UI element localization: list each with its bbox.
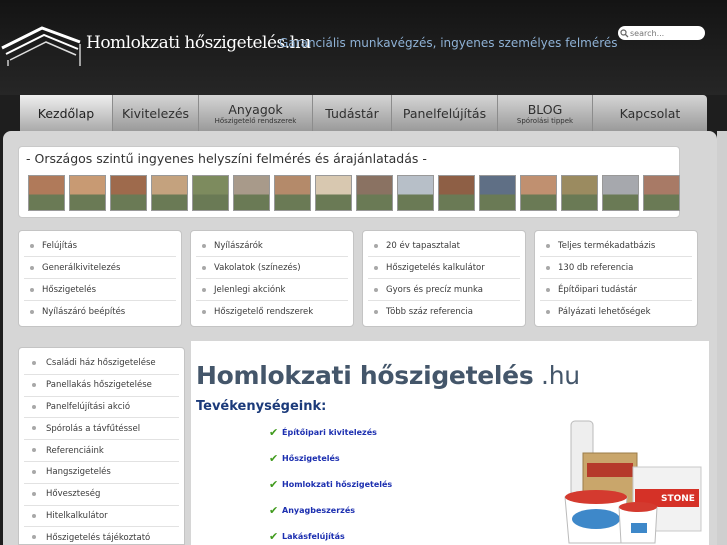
nav-label: Kezdőlap [37,105,95,121]
reference-thumbnail[interactable] [520,175,557,211]
checkmark-icon: ✔ [269,529,279,543]
list-item[interactable]: Jelenlegi akciónk [196,279,348,301]
sidebar-item[interactable]: Hőveszteség [24,484,179,506]
sidebar-item[interactable]: Családi ház hőszigetelése [24,353,179,375]
nav-label: Kapcsolat [619,105,681,121]
nav-materials[interactable]: Anyagok Hőszigetelő rendszerek [199,95,313,131]
search-box[interactable] [618,26,705,40]
activity-item: ✔ Hőszigetelés [269,445,392,471]
content-area: - Országos szintű ingyenes helyszíni fel… [3,131,717,545]
feature-box: 20 év tapasztalat Hőszigetelés kalkuláto… [362,230,526,327]
list-item[interactable]: Generálkivitelezés [24,257,176,279]
sidebar-item[interactable]: Panelfelújítási akció [24,397,179,419]
checkmark-icon: ✔ [269,477,279,491]
nav-label: BLOG [527,101,563,117]
reference-thumbnail[interactable] [192,175,229,211]
list-item[interactable]: Hőszigetelő rendszerek [196,301,348,323]
reference-strip: - Országos szintű ingyenes helyszíni fel… [18,146,680,218]
list-item[interactable]: 20 év tapasztalat [368,235,520,257]
reference-thumbnail[interactable] [69,175,106,211]
sidebar-menu: Családi ház hőszigetelése Panellakás hős… [18,347,185,545]
activity-link[interactable]: Anyagbeszerzés [282,506,355,515]
reference-thumbnail[interactable] [151,175,188,211]
feature-box: Nyílászárók Vakolatok (színezés) Jelenle… [190,230,354,327]
feature-box: Teljes termékadatbázis 130 db referencia… [534,230,698,327]
nav-construction[interactable]: Kivitelezés [113,95,199,131]
activity-link[interactable]: Hőszigetelés [282,454,340,463]
nav-label: Tudástár [325,105,379,121]
activity-item: ✔ Lakásfelújítás [269,523,392,545]
nav-knowledge[interactable]: Tudástár [313,95,392,131]
list-item[interactable]: 130 db referencia [540,257,692,279]
reference-thumbnail[interactable] [479,175,516,211]
list-item[interactable]: Vakolatok (színezés) [196,257,348,279]
checkmark-icon: ✔ [269,503,279,517]
right-edge [717,131,727,545]
list-item[interactable]: Építőipari tudástár [540,279,692,301]
reference-thumbnail[interactable] [561,175,598,211]
thumbnail-row [28,175,680,211]
reference-thumbnail[interactable] [233,175,270,211]
reference-thumbnail[interactable] [438,175,475,211]
feature-box: Felújítás Generálkivitelezés Hőszigetelé… [18,230,182,327]
product-image: STONE [564,420,702,544]
site-header: Homlokzati hőszigetelés.hu Garanciális m… [0,0,727,95]
activity-link[interactable]: Építőipari kivitelezés [282,428,377,437]
reference-thumbnail[interactable] [110,175,147,211]
section-heading: Tevékenységeink: [196,399,327,414]
site-title[interactable]: Homlokzati hőszigetelés.hu [86,33,311,53]
reference-thumbnail[interactable] [602,175,639,211]
strip-title: - Országos szintű ingyenes helyszíni fel… [26,151,427,166]
sidebar-item[interactable]: Referenciáink [24,440,179,462]
list-item[interactable]: Több száz referencia [368,301,520,323]
nav-contact[interactable]: Kapcsolat [593,95,707,131]
activity-link[interactable]: Homlokzati hőszigetelés [282,480,392,489]
activity-item: ✔ Építőipari kivitelezés [269,419,392,445]
nav-sublabel: Spórolási tippek [516,116,574,125]
sidebar-item[interactable]: Hitelkalkulátor [24,506,179,528]
nav-label: Kivitelezés [121,105,190,121]
tagline: Garanciális munkavégzés, ingyenes személ… [279,36,618,50]
nav-label: Panelfelújítás [402,105,487,121]
main-panel: Homlokzati hőszigetelés .hu Tevékenysége… [191,341,709,545]
sidebar-item[interactable]: Spórolás a távfűtéssel [24,418,179,441]
activity-item: ✔ Homlokzati hőszigetelés [269,471,392,497]
reference-thumbnail[interactable] [274,175,311,211]
page-title-suffix: .hu [533,361,580,390]
activity-link[interactable]: Lakásfelújítás [282,532,345,541]
list-item[interactable]: Gyors és precíz munka [368,279,520,301]
reference-thumbnail[interactable] [28,175,65,211]
list-item[interactable]: Felújítás [24,235,176,257]
checkmark-icon: ✔ [269,451,279,465]
nav-blog[interactable]: BLOG Spórolási tippek [498,95,593,131]
page-title-text: Homlokzati hőszigetelés [196,361,534,390]
nav-panel-renovation[interactable]: Panelfelújítás [392,95,498,131]
list-item[interactable]: Hőszigetelés kalkulátor [368,257,520,279]
house-logo-icon[interactable] [0,22,90,68]
list-item[interactable]: Nyílászáró beépítés [24,301,176,323]
reference-thumbnail[interactable] [397,175,434,211]
reference-thumbnail[interactable] [356,175,393,211]
nav-home[interactable]: Kezdőlap [20,95,113,131]
activity-item: ✔ Anyagbeszerzés [269,497,392,523]
activity-list: ✔ Építőipari kivitelezés ✔ Hőszigetelés ✔ H… [269,419,392,545]
reference-thumbnail[interactable] [315,175,352,211]
sidebar-item[interactable]: Hangszigetelés [24,462,179,484]
checkmark-icon: ✔ [269,425,279,439]
list-item[interactable]: Pályázati lehetőségek [540,301,692,323]
nav-label: Anyagok [228,101,283,117]
list-item[interactable]: Teljes termékadatbázis [540,235,692,257]
page-title: Homlokzati hőszigetelés .hu [196,361,580,390]
search-icon[interactable] [618,26,630,40]
list-item[interactable]: Nyílászárók [196,235,348,257]
sidebar-item[interactable]: Hőszigetelés tájékoztató [24,527,179,544]
list-item[interactable]: Hőszigetelés [24,279,176,301]
nav-sublabel: Hőszigetelő rendszerek [214,116,297,125]
main-nav: Kezdőlap Kivitelezés Anyagok Hőszigetelő … [20,95,707,131]
brand-label: STONE [661,494,695,504]
search-input[interactable] [630,27,702,39]
sidebar-item[interactable]: Panellakás hőszigetelése [24,375,179,397]
reference-thumbnail[interactable] [643,175,680,211]
